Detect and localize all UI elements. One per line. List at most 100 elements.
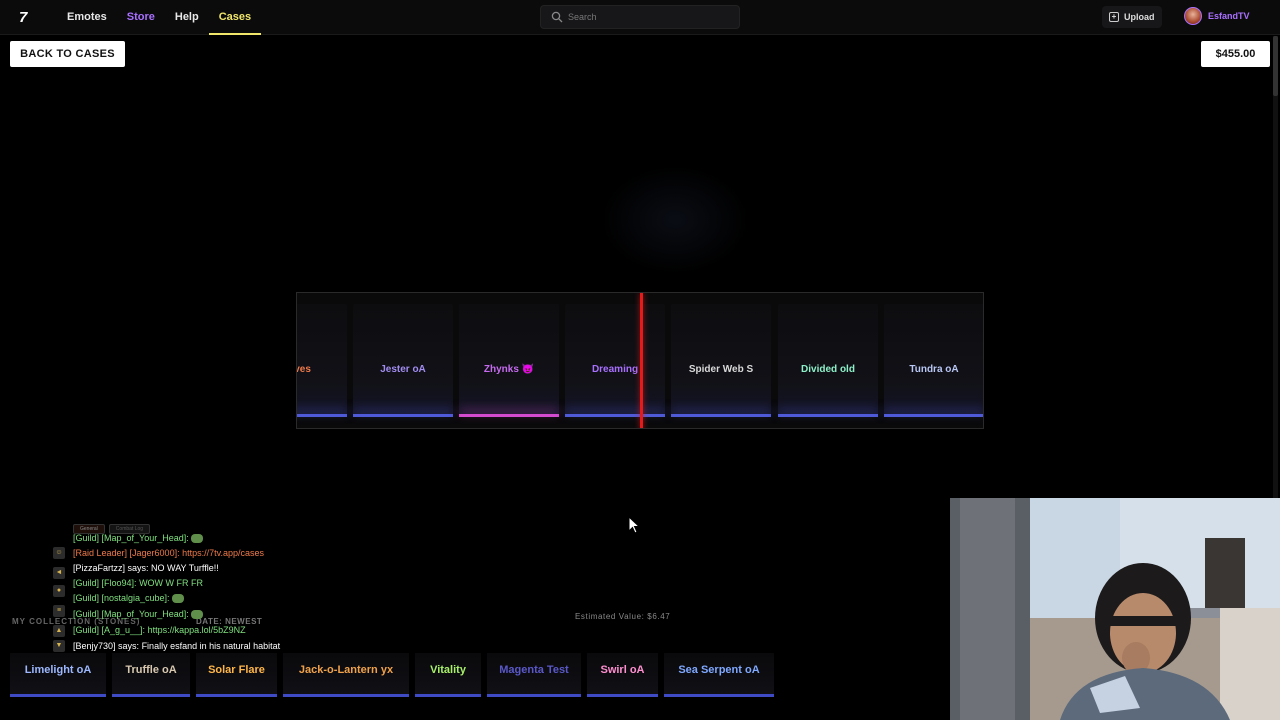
frog-emote-icon <box>171 594 184 604</box>
collection-item-label: Magenta Test <box>499 664 569 676</box>
chat-prefix: [Guild] [Map_of_Your_Head]: <box>73 533 189 543</box>
roulette-marker <box>640 293 643 428</box>
reel-item-label: Tundra oA <box>909 364 959 375</box>
reel-item-label: Zhynks 😈 <box>483 364 535 375</box>
rarity-bar <box>587 694 658 697</box>
collection-item-label: Limelight oA <box>24 664 92 676</box>
chat-link[interactable]: https://kappa.lol/5bZ9NZ <box>148 625 246 635</box>
chat-line: [Guild] [Map_of_Your_Head]: <box>73 609 203 620</box>
nav-store[interactable]: Store <box>117 0 165 35</box>
chat-text: Finally esfand in his natural habitat <box>141 641 281 651</box>
avatar <box>1184 7 1202 25</box>
collection-item-label: Jack-o-Lantern yx <box>298 664 394 676</box>
reel-item-label: eaves <box>297 364 311 375</box>
reel-item: Jester oA <box>353 304 453 417</box>
rarity-bar <box>353 414 453 417</box>
collection-item[interactable]: Solar Flare <box>196 653 277 697</box>
search-icon <box>551 11 563 23</box>
chat-prefix: [Guild] [Map_of_Your_Head]: <box>73 609 189 619</box>
chat-prefix: [Benjy730] says: <box>73 641 140 651</box>
user-menu[interactable]: EsfandTV <box>1184 7 1250 25</box>
chat-prefix: [Guild] [nostalgia_cube]: <box>73 593 170 603</box>
chat-bubble-icon[interactable]: ● <box>53 585 65 597</box>
game-chat-overlay: General Combat Log ☺ ◄ ● ≡ ▲ ▼ [Guild] [… <box>48 522 308 656</box>
collection-item[interactable]: Swirl oA <box>587 653 658 697</box>
collection-item[interactable]: Sea Serpent oA <box>664 653 774 697</box>
reel-item: Tundra oA <box>884 304 983 417</box>
top-nav-bar: 7 Emotes Store Help Cases + Upload Esfan… <box>0 0 1280 35</box>
webcam-video <box>950 498 1280 720</box>
main-nav: Emotes Store Help Cases <box>57 0 262 35</box>
background-glow <box>600 165 750 275</box>
chat-menu-icon[interactable]: ≡ <box>53 605 65 617</box>
rarity-bar <box>297 414 347 417</box>
search-input[interactable] <box>568 9 733 25</box>
rarity-bar <box>884 414 983 417</box>
rarity-bar <box>565 414 665 417</box>
collection-item-label: Truffle oA <box>125 664 177 676</box>
chat-line: [Guild] [Map_of_Your_Head]: <box>73 533 203 544</box>
chat-link[interactable]: https://7tv.app/cases <box>182 548 264 558</box>
chat-line: [Raid Leader] [Jager6000]: https://7tv.a… <box>73 548 264 558</box>
reel-item-label: Divided old <box>801 364 855 375</box>
search-box[interactable] <box>540 5 740 29</box>
reel-item-label: Spider Web S <box>688 364 754 375</box>
nav-cases[interactable]: Cases <box>208 0 262 35</box>
frog-emote-icon <box>190 610 203 620</box>
nav-emotes[interactable]: Emotes <box>57 0 117 35</box>
collection-item[interactable]: Truffle oA <box>112 653 190 697</box>
chat-social-icon[interactable]: ☺ <box>53 547 65 559</box>
rarity-bar <box>283 694 409 697</box>
chat-text: WOW W FR FR <box>139 578 204 588</box>
chat-prefix: [Guild] [Floo94]: <box>73 578 137 588</box>
rarity-bar <box>112 694 190 697</box>
reel-item: Spider Web S <box>671 304 771 417</box>
rarity-bar <box>778 414 878 417</box>
reel-item: Zhynks 😈 <box>459 304 559 417</box>
back-to-cases-button[interactable]: BACK TO CASES <box>10 41 125 67</box>
collection-item[interactable]: Limelight oA <box>10 653 106 697</box>
reel-item: Dreaming <box>565 304 665 417</box>
collection-item-label: Sea Serpent oA <box>678 664 760 676</box>
chat-line: [PizzaFartzz] says: NO WAY Turffle!! <box>73 563 219 573</box>
collection-item-label: Vitality <box>430 664 466 676</box>
collection-item-label: Swirl oA <box>600 664 645 676</box>
scrollbar-thumb[interactable] <box>1273 36 1278 96</box>
7tv-logo[interactable]: 7 <box>19 9 39 27</box>
reel-item: Divided old <box>778 304 878 417</box>
rarity-bar <box>487 694 581 697</box>
chat-text: NO WAY Turffle!! <box>151 563 219 573</box>
frog-emote-icon <box>190 534 203 544</box>
chat-prefix: [PizzaFartzz] says: <box>73 563 149 573</box>
chat-prefix: [Guild] [A_g_u__]: <box>73 625 146 635</box>
chat-line: [Benjy730] says: Finally esfand in his n… <box>73 641 280 651</box>
chat-prefix: [Raid Leader] [Jager6000]: <box>73 548 180 558</box>
rarity-bar <box>196 694 277 697</box>
upload-button[interactable]: + Upload <box>1102 6 1162 28</box>
mouse-cursor-icon <box>628 516 640 534</box>
estimated-value: Estimated Value: $6.47 <box>575 612 671 621</box>
case-roulette: eaves Jester oA Zhynks 😈 Dreaming Spider… <box>296 292 984 429</box>
collection-item[interactable]: Vitality <box>415 653 481 697</box>
collection-item[interactable]: Magenta Test <box>487 653 581 697</box>
chat-line: [Guild] [nostalgia_cube]: <box>73 593 184 604</box>
upload-label: Upload <box>1124 12 1155 22</box>
chat-voice-icon[interactable]: ◄ <box>53 567 65 579</box>
rarity-bar <box>671 414 771 417</box>
reel-item-label: Jester oA <box>380 364 426 375</box>
rarity-bar <box>459 414 559 417</box>
balance-display: $455.00 <box>1201 41 1270 67</box>
rarity-bar <box>664 694 774 697</box>
username: EsfandTV <box>1208 11 1250 21</box>
plus-icon: + <box>1109 12 1119 22</box>
collection-item[interactable]: Jack-o-Lantern yx <box>283 653 409 697</box>
chat-line: [Guild] [A_g_u__]: https://kappa.lol/5bZ… <box>73 625 246 635</box>
chat-line: [Guild] [Floo94]: WOW W FR FR <box>73 578 203 588</box>
chat-arrow-icon[interactable]: ▲ <box>53 625 65 637</box>
reel-item: eaves <box>297 304 347 417</box>
rarity-bar <box>10 694 106 697</box>
collection-item-label: Solar Flare <box>208 664 265 676</box>
chat-arrow-down-icon[interactable]: ▼ <box>53 640 65 652</box>
nav-help[interactable]: Help <box>165 0 209 35</box>
webcam-overlay <box>950 498 1280 720</box>
